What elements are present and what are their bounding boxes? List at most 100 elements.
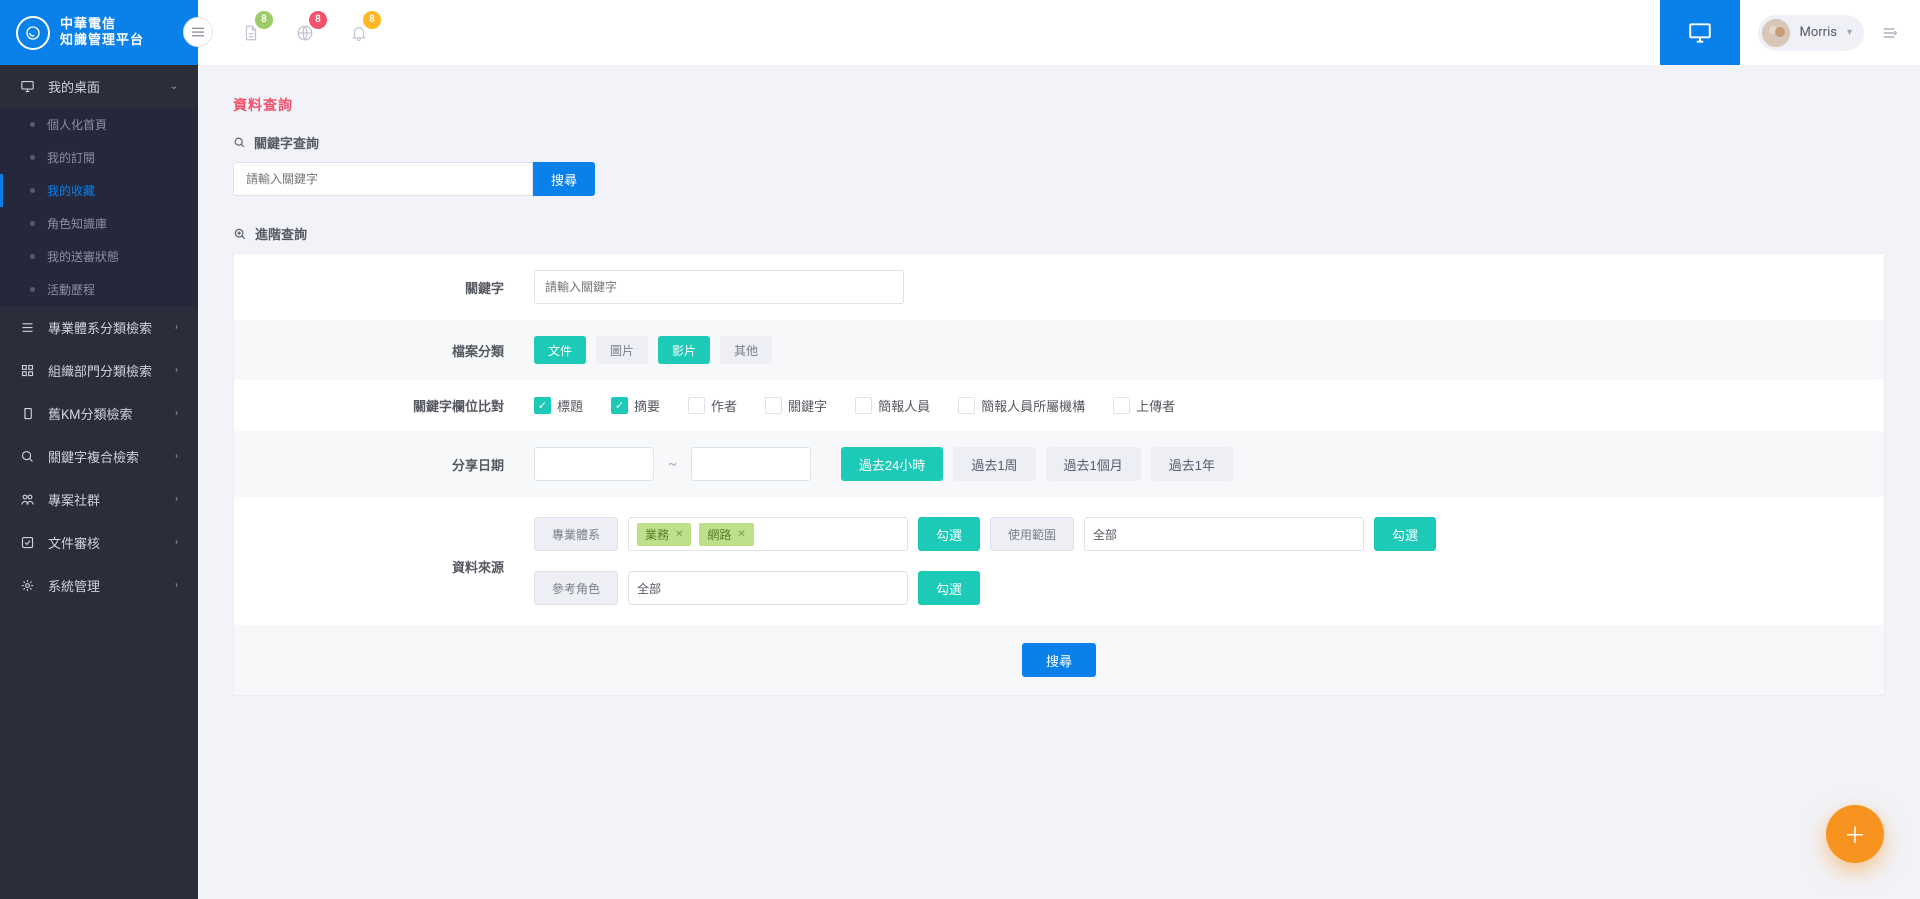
chevron-right-icon: ›	[175, 451, 178, 462]
adv-keyword-input[interactable]	[534, 270, 904, 304]
bell-badge: 8	[363, 11, 381, 29]
sidebar-group[interactable]: 專業體系分類檢索›	[0, 306, 198, 349]
sidebar-group[interactable]: 專案社群 ›	[0, 478, 198, 521]
plus-icon: ＋	[1844, 818, 1866, 850]
sidebar-group[interactable]: 舊KM分類檢索›	[0, 392, 198, 435]
filetype-pill[interactable]: 文件	[534, 336, 586, 364]
sidebar-sub-item[interactable]: 角色知識庫	[0, 207, 198, 240]
match-field-checkbox[interactable]: 簡報人員所屬機構	[958, 396, 1085, 415]
date-range-button[interactable]: 過去24小時	[841, 447, 943, 481]
data-source-label: 專業體系	[534, 517, 618, 551]
adv-label-match: 關鍵字欄位比對	[234, 396, 534, 415]
chevron-right-icon: ›	[175, 322, 178, 333]
sidebar-sub-item[interactable]: 我的訂閱	[0, 141, 198, 174]
checkbox-label: 關鍵字	[788, 396, 827, 415]
keyword-search-button[interactable]: 搜尋	[533, 162, 595, 196]
filetype-pill[interactable]: 其他	[720, 336, 772, 364]
desktop-view-button[interactable]	[1660, 0, 1740, 65]
checkbox-icon: ✓	[534, 397, 551, 414]
data-source-field[interactable]: 全部	[628, 571, 908, 605]
match-field-checkbox[interactable]: ✓標題	[534, 396, 583, 415]
sidebar-sub-item[interactable]: 活動歷程	[0, 273, 198, 306]
docs-notification-icon[interactable]: 8	[235, 17, 267, 49]
sidebar-group[interactable]: 組織部門分類檢索›	[0, 349, 198, 392]
adv-row-filetype: 檔案分類 文件圖片影片其他	[234, 320, 1884, 380]
checkbox-label: 上傳者	[1136, 396, 1175, 415]
chevron-right-icon: ›	[175, 494, 178, 505]
data-source-row: 參考角色全部勾選	[534, 571, 980, 605]
brand-line2: 知識管理平台	[60, 33, 144, 49]
date-range-button[interactable]: 過去1年	[1151, 447, 1233, 481]
magnifier-icon	[233, 136, 246, 149]
match-field-checkbox[interactable]: 簡報人員	[855, 396, 930, 415]
data-source-field[interactable]: 業務 ✕網路 ✕	[628, 517, 908, 551]
choose-source-button[interactable]: 勾選	[918, 571, 980, 605]
sidebar-group-icon	[20, 578, 36, 593]
user-area: Morris ▾	[1740, 0, 1920, 65]
bell-notification-icon[interactable]: 8	[343, 17, 375, 49]
keyword-section-text: 關鍵字查詢	[254, 133, 319, 152]
checkbox-icon	[855, 397, 872, 414]
globe-notification-icon[interactable]: 8	[289, 17, 321, 49]
chevron-down-icon: ⌄	[170, 81, 178, 92]
docs-badge: 8	[255, 11, 273, 29]
user-name: Morris	[1800, 25, 1837, 40]
data-source-label: 使用範圍	[990, 517, 1074, 551]
date-to-input[interactable]	[691, 447, 811, 481]
sidebar-group-label: 關鍵字複合檢索	[48, 447, 139, 466]
sidebar-group-label: 文件審核	[48, 533, 100, 552]
date-from-input[interactable]	[534, 447, 654, 481]
checkbox-label: 作者	[711, 396, 737, 415]
adv-footer: 搜尋	[234, 625, 1884, 695]
tag-remove-icon[interactable]: ✕	[675, 529, 683, 540]
match-field-checkbox[interactable]: 關鍵字	[765, 396, 827, 415]
magnifier-plus-icon	[233, 227, 247, 241]
sidebar-sub-item[interactable]: 我的送審狀態	[0, 240, 198, 273]
adv-label-source: 資料來源	[234, 517, 534, 576]
filetype-pill[interactable]: 圖片	[596, 336, 648, 364]
advanced-section-label: 進階查詢	[233, 224, 1885, 243]
sidebar-sub-desktop: 個人化首頁我的訂閱我的收藏角色知識庫我的送審狀態活動歷程	[0, 108, 198, 306]
choose-source-button[interactable]: 勾選	[918, 517, 980, 551]
adv-row-date: 分享日期 ~ 過去24小時過去1周過去1個月過去1年	[234, 431, 1884, 497]
data-source-row: 使用範圍全部勾選	[990, 517, 1436, 551]
tag-remove-icon[interactable]: ✕	[737, 529, 745, 540]
monitor-icon	[20, 79, 36, 94]
keyword-input[interactable]	[233, 162, 533, 196]
sidebar-group-desktop[interactable]: 我的桌面 ⌄	[0, 65, 198, 108]
sidebar-sub-item[interactable]: 我的收藏	[0, 174, 198, 207]
checkbox-icon: ✓	[611, 397, 628, 414]
filetype-pill[interactable]: 影片	[658, 336, 710, 364]
choose-source-button[interactable]: 勾選	[1374, 517, 1436, 551]
brand-text: 中華電信 知識管理平台	[60, 17, 144, 48]
sidebar-group-icon	[20, 320, 36, 335]
date-range-button[interactable]: 過去1個月	[1046, 447, 1141, 481]
data-source-field[interactable]: 全部	[1084, 517, 1364, 551]
sidebar-group[interactable]: 系統管理›	[0, 564, 198, 607]
match-field-checkbox[interactable]: ✓摘要	[611, 396, 660, 415]
collapse-right-icon[interactable]	[1876, 20, 1902, 46]
user-menu[interactable]: Morris ▾	[1758, 15, 1864, 51]
match-field-checkbox[interactable]: 作者	[688, 396, 737, 415]
sidebar-sub-item[interactable]: 個人化首頁	[0, 108, 198, 141]
adv-label-date: 分享日期	[234, 455, 534, 474]
sidebar-group-label: 專案社群	[48, 490, 100, 509]
sidebar-toggle-button[interactable]	[183, 17, 213, 47]
sidebar-group-icon	[20, 449, 36, 464]
adv-row-keyword: 關鍵字	[234, 254, 1884, 320]
brand-line1: 中華電信	[60, 17, 144, 33]
checkbox-icon	[765, 397, 782, 414]
brand-logo-icon	[16, 16, 50, 50]
checkbox-icon	[1113, 397, 1130, 414]
sidebar-group-icon	[20, 406, 36, 421]
keyword-section-label: 關鍵字查詢	[233, 133, 1885, 152]
add-fab-button[interactable]: ＋	[1826, 805, 1884, 863]
sidebar-group[interactable]: 關鍵字複合檢索 ›	[0, 435, 198, 478]
chevron-right-icon: ›	[175, 537, 178, 548]
advanced-search-button[interactable]: 搜尋	[1022, 643, 1096, 677]
match-field-checkbox[interactable]: 上傳者	[1113, 396, 1175, 415]
avatar	[1762, 19, 1790, 47]
sidebar-group[interactable]: 文件審核 ›	[0, 521, 198, 564]
date-range-button[interactable]: 過去1周	[953, 447, 1035, 481]
sidebar-group-label: 組織部門分類檢索	[48, 361, 152, 380]
